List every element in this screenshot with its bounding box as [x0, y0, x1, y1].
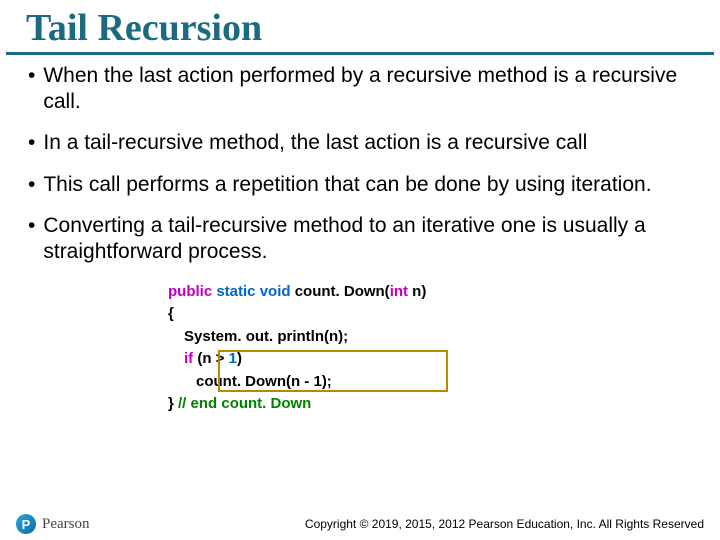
param-name: n) [408, 283, 426, 300]
bullet-text: Converting a tail-recursive method to an… [43, 213, 692, 264]
pearson-logo: P Pearson [16, 514, 90, 534]
bullet-item: • This call performs a repetition that c… [28, 172, 692, 198]
end-comment: // end count. Down [178, 395, 311, 412]
code-line-close-brace: } // end count. Down [168, 393, 692, 416]
if-condition-open: (n > [193, 350, 228, 367]
code-line-if: if (n > 1) [168, 348, 692, 371]
bullet-dot: • [28, 213, 35, 264]
if-condition-close: ) [237, 350, 242, 367]
slide-title: Tail Recursion [6, 0, 714, 55]
bullet-dot: • [28, 172, 35, 198]
bullet-dot: • [28, 130, 35, 156]
bullet-text: In a tail-recursive method, the last act… [43, 130, 587, 156]
slide-footer: P Pearson Copyright © 2019, 2015, 2012 P… [0, 514, 720, 534]
literal-one: 1 [229, 350, 237, 367]
pearson-logo-mark: P [16, 514, 36, 534]
bullet-text: When the last action performed by a recu… [43, 63, 692, 114]
copyright-notice: Copyright © 2019, 2015, 2012 Pearson Edu… [305, 517, 704, 531]
method-name: count. Down( [291, 283, 390, 300]
keyword-int: int [390, 283, 408, 300]
code-line-recursive-call: count. Down(n - 1); [168, 371, 692, 394]
code-snippet: public static void count. Down(int n) { … [168, 281, 692, 416]
keyword-if: if [184, 350, 193, 367]
bullet-item: • Converting a tail-recursive method to … [28, 213, 692, 264]
keyword-public: public [168, 283, 212, 300]
code-line-print: System. out. println(n); [168, 326, 692, 349]
bullet-item: • When the last action performed by a re… [28, 63, 692, 114]
keyword-static-void: static void [216, 283, 290, 300]
code-line-signature: public static void count. Down(int n) [168, 281, 692, 304]
slide-body: • When the last action performed by a re… [0, 63, 720, 416]
bullet-dot: • [28, 63, 35, 114]
bullet-item: • In a tail-recursive method, the last a… [28, 130, 692, 156]
close-brace: } [168, 395, 178, 412]
code-line-open-brace: { [168, 303, 692, 326]
pearson-logo-text: Pearson [42, 516, 90, 533]
bullet-text: This call performs a repetition that can… [43, 172, 651, 198]
